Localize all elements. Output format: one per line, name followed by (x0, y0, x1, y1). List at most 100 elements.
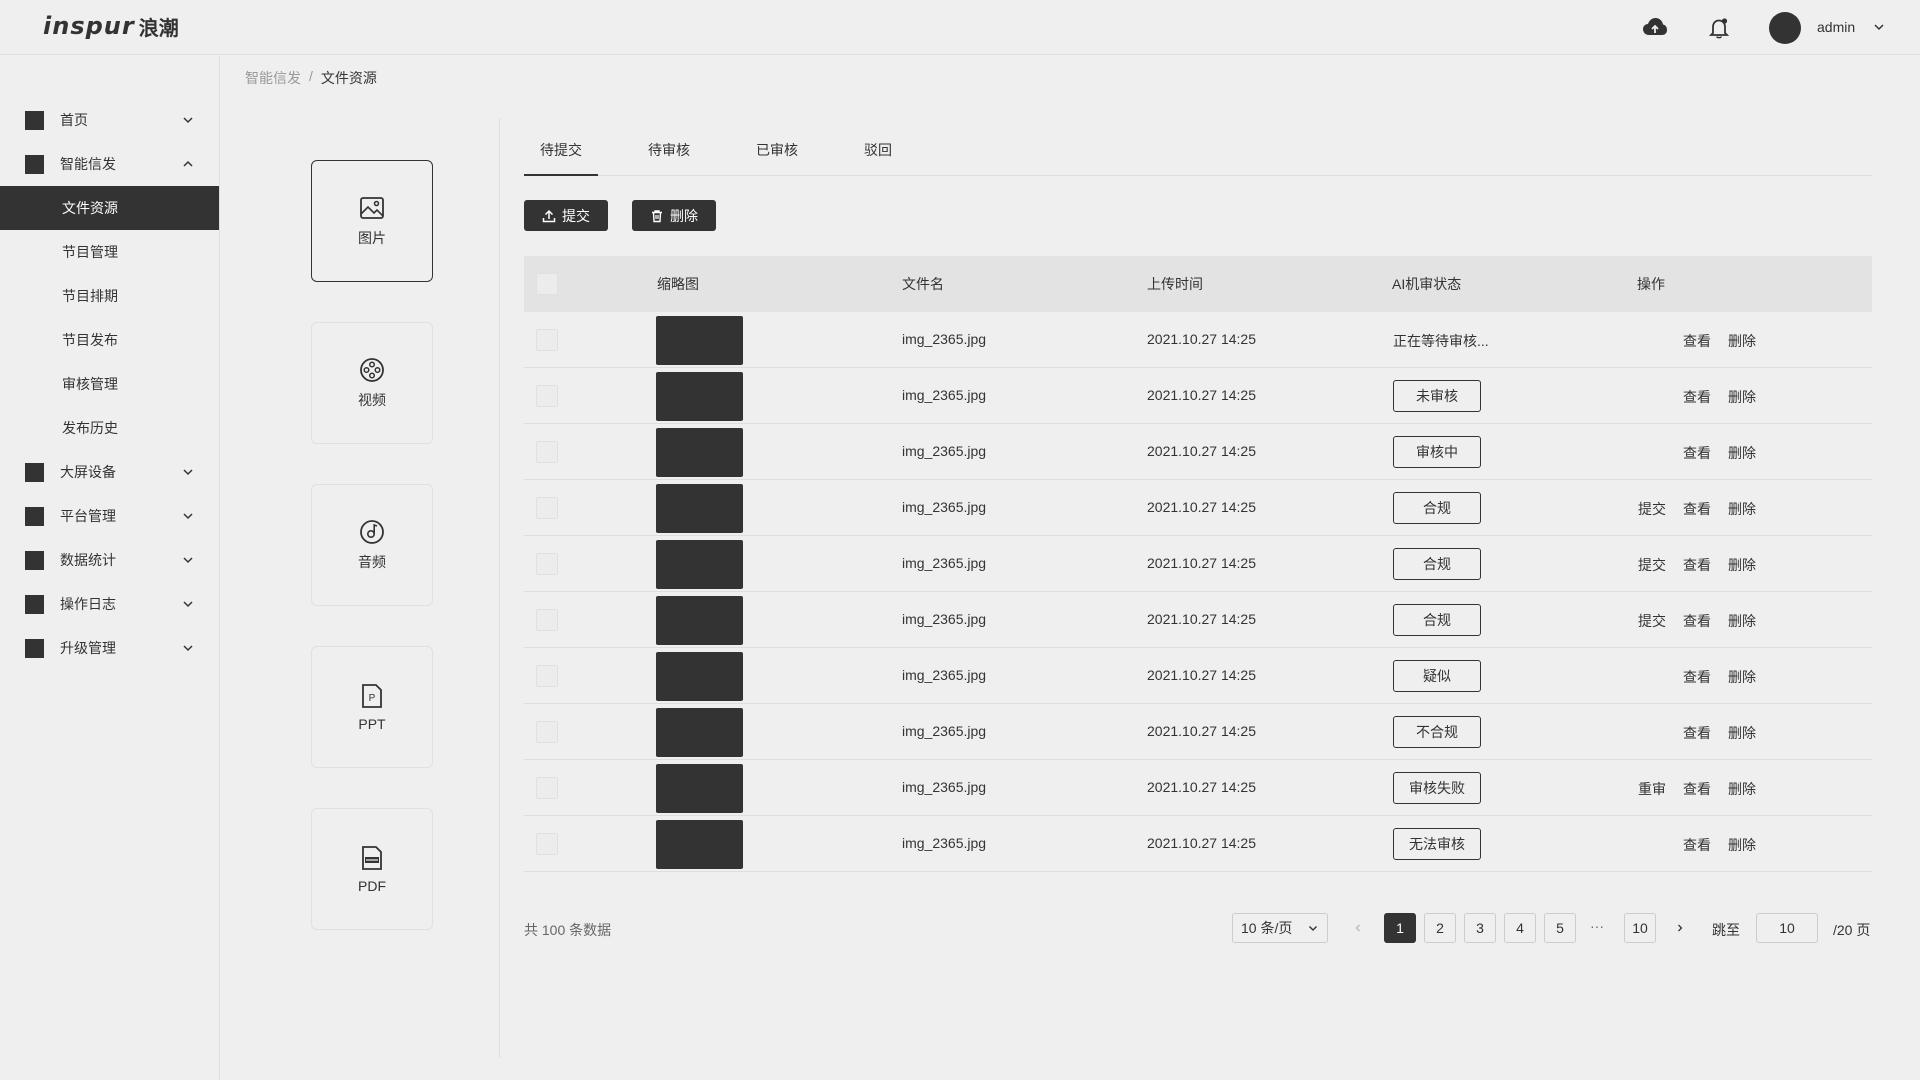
sidebar-subitem[interactable]: 文件资源 (0, 186, 219, 230)
thumbnail-image[interactable] (656, 596, 743, 645)
view-link[interactable]: 查看 (1683, 723, 1711, 743)
select-all-checkbox[interactable] (536, 273, 558, 295)
avatar[interactable] (1769, 12, 1801, 44)
row-checkbox[interactable] (536, 609, 558, 631)
pagination-ellipsis[interactable]: ··· (1590, 918, 1604, 934)
view-link[interactable]: 查看 (1683, 779, 1711, 799)
row-checkbox[interactable] (536, 441, 558, 463)
thumbnail-image[interactable] (656, 428, 743, 477)
thumbnail-image[interactable] (656, 764, 743, 813)
chevron-up-icon (183, 160, 193, 167)
category-label: PPT (358, 716, 386, 732)
thumbnail-image[interactable] (656, 708, 743, 757)
thumbnail-image[interactable] (656, 652, 743, 701)
sidebar-item[interactable]: 首页 (0, 98, 219, 142)
sidebar-item[interactable]: 升级管理 (0, 626, 219, 670)
submit-link[interactable]: 提交 (1638, 555, 1666, 575)
page-size-select[interactable]: 10 条/页 (1232, 913, 1328, 943)
page-5-button[interactable]: 5 (1544, 913, 1576, 943)
upload-time: 2021.10.27 14:25 (1147, 611, 1256, 627)
tab-pending-submit[interactable]: 待提交 (524, 132, 598, 176)
category-video[interactable]: 视频 (311, 322, 433, 444)
delete-link[interactable]: 删除 (1728, 443, 1756, 463)
prev-page-button[interactable] (1348, 913, 1368, 943)
row-checkbox[interactable] (536, 721, 558, 743)
brand-logo[interactable]: inspur 浪潮 (43, 12, 179, 40)
row-checkbox[interactable] (536, 553, 558, 575)
delete-link[interactable]: 删除 (1728, 499, 1756, 519)
page-1-button[interactable]: 1 (1384, 913, 1416, 943)
view-link[interactable]: 查看 (1683, 499, 1711, 519)
row-checkbox[interactable] (536, 833, 558, 855)
submit-button[interactable]: 提交 (524, 200, 608, 231)
table-row: img_2365.jpg 2021.10.27 14:25 合规 提交 查看 删除 (524, 592, 1872, 648)
view-link[interactable]: 查看 (1683, 331, 1711, 351)
sidebar-item-label: 数据统计 (60, 552, 116, 568)
view-link[interactable]: 查看 (1683, 667, 1711, 687)
submit-link[interactable]: 提交 (1638, 611, 1666, 631)
delete-button[interactable]: 删除 (632, 200, 716, 231)
breadcrumb-parent[interactable]: 智能信发 (245, 68, 301, 88)
table-row: img_2365.jpg 2021.10.27 14:25 正在等待审核... 查看删… (524, 312, 1872, 368)
bell-icon[interactable] (1706, 15, 1732, 41)
status-text: 正在等待审核... (1393, 333, 1489, 349)
thumbnail-image[interactable] (656, 820, 743, 869)
tab-pending-review[interactable]: 待审核 (632, 132, 706, 175)
delete-link[interactable]: 删除 (1728, 611, 1756, 631)
view-link[interactable]: 查看 (1683, 835, 1711, 855)
sidebar-subitem[interactable]: 审核管理 (0, 362, 219, 406)
thumbnail-image[interactable] (656, 316, 743, 365)
delete-link[interactable]: 删除 (1728, 387, 1756, 407)
view-link[interactable]: 查看 (1683, 387, 1711, 407)
page-2-button[interactable]: 2 (1424, 913, 1456, 943)
category-ppt[interactable]: P PPT (311, 646, 433, 768)
thumbnail-image[interactable] (656, 540, 743, 589)
sidebar-item[interactable]: 操作日志 (0, 582, 219, 626)
cloud-upload-icon[interactable] (1642, 15, 1668, 41)
username[interactable]: admin (1817, 19, 1855, 35)
tab-reviewed[interactable]: 已审核 (740, 132, 814, 175)
delete-link[interactable]: 删除 (1728, 555, 1756, 575)
thumbnail-image[interactable] (656, 484, 743, 533)
page-4-button[interactable]: 4 (1504, 913, 1536, 943)
sidebar-item[interactable]: 大屏设备 (0, 450, 219, 494)
sidebar-subitem[interactable]: 节目排期 (0, 274, 219, 318)
delete-link[interactable]: 删除 (1728, 723, 1756, 743)
row-checkbox[interactable] (536, 665, 558, 687)
sidebar-item[interactable]: 数据统计 (0, 538, 219, 582)
category-pdf[interactable]: PDF (311, 808, 433, 930)
tab-rejected[interactable]: 驳回 (848, 132, 908, 175)
page-last-button[interactable]: 10 (1624, 913, 1656, 943)
row-checkbox[interactable] (536, 329, 558, 351)
thumbnail-image[interactable] (656, 372, 743, 421)
row-checkbox[interactable] (536, 385, 558, 407)
chevron-down-icon[interactable] (1872, 20, 1886, 34)
row-checkbox[interactable] (536, 777, 558, 799)
breadcrumb-separator: / (309, 68, 313, 84)
sidebar-item[interactable]: 智能信发 (0, 142, 219, 186)
row-checkbox[interactable] (536, 497, 558, 519)
col-actions: 操作 (1637, 276, 1665, 292)
submit-link[interactable]: 提交 (1638, 499, 1666, 519)
menu-square-icon (25, 506, 44, 526)
delete-link[interactable]: 删除 (1728, 835, 1756, 855)
delete-link[interactable]: 删除 (1728, 779, 1756, 799)
sidebar-subitem[interactable]: 发布历史 (0, 406, 219, 450)
status-badge: 无法审核 (1393, 828, 1481, 860)
rereview-link[interactable]: 重审 (1638, 779, 1666, 799)
sidebar-subitem[interactable]: 节目发布 (0, 318, 219, 362)
category-image[interactable]: 图片 (311, 160, 433, 282)
sidebar-subitem[interactable]: 节目管理 (0, 230, 219, 274)
view-link[interactable]: 查看 (1683, 611, 1711, 631)
next-page-button[interactable] (1670, 913, 1690, 943)
view-link[interactable]: 查看 (1683, 443, 1711, 463)
category-audio[interactable]: 音频 (311, 484, 433, 606)
delete-link[interactable]: 删除 (1728, 667, 1756, 687)
delete-link[interactable]: 删除 (1728, 331, 1756, 351)
menu-square-icon (25, 550, 44, 570)
sidebar-item[interactable]: 平台管理 (0, 494, 219, 538)
goto-page-input[interactable] (1756, 913, 1818, 943)
page-3-button[interactable]: 3 (1464, 913, 1496, 943)
logo-text-cn: 浪潮 (138, 17, 179, 40)
view-link[interactable]: 查看 (1683, 555, 1711, 575)
